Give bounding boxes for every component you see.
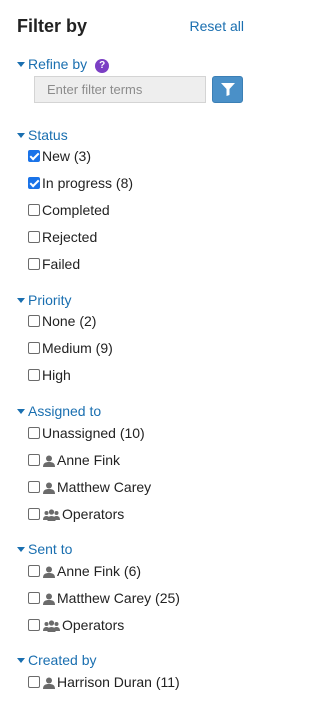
filter-option[interactable]: Rejected xyxy=(28,228,97,246)
funnel-icon xyxy=(221,83,235,96)
filter-option-label: None (2) xyxy=(42,313,97,329)
section-label: Refine by xyxy=(28,56,88,72)
caret-down-icon xyxy=(17,133,25,138)
checkbox[interactable] xyxy=(28,258,40,270)
group-icon xyxy=(43,618,60,636)
user-icon xyxy=(43,564,55,582)
filter-option-label: High xyxy=(42,367,71,383)
filter-option-label: Matthew Carey (25) xyxy=(57,590,180,606)
filter-option[interactable]: Completed xyxy=(28,201,110,219)
caret-down-icon xyxy=(17,298,25,303)
checkbox[interactable] xyxy=(28,508,40,520)
filter-option[interactable]: Failed xyxy=(28,255,80,273)
checkbox[interactable] xyxy=(28,454,40,466)
filter-header: Filter by Reset all xyxy=(17,16,244,42)
filter-option[interactable]: Medium (9) xyxy=(28,339,113,357)
caret-down-icon xyxy=(17,547,25,552)
section-label: Sent to xyxy=(28,541,73,557)
help-icon[interactable]: ? xyxy=(95,59,110,73)
filter-option[interactable]: Unassigned (10) xyxy=(28,424,145,442)
filter-option[interactable]: None (2) xyxy=(28,312,96,330)
filter-option-label: Completed xyxy=(42,202,110,218)
section-sent-to[interactable]: Sent to xyxy=(17,540,72,558)
section-label: Created by xyxy=(28,652,97,668)
caret-down-icon xyxy=(17,658,25,663)
filter-option[interactable]: Operators xyxy=(28,616,124,634)
section-assigned-to[interactable]: Assigned to xyxy=(17,402,101,420)
user-icon xyxy=(43,591,55,609)
filter-option-label: Rejected xyxy=(42,229,98,245)
checkbox[interactable] xyxy=(28,481,40,493)
checkbox[interactable] xyxy=(28,676,40,688)
filter-option-label: Operators xyxy=(62,506,125,522)
section-label: Assigned to xyxy=(28,403,102,419)
apply-filter-button[interactable] xyxy=(212,76,243,103)
checkbox[interactable] xyxy=(28,427,40,439)
section-label: Priority xyxy=(28,292,72,308)
filter-option-label: Anne Fink xyxy=(57,452,121,468)
filter-option[interactable]: Harrison Duran (11) xyxy=(28,673,180,691)
section-label: Status xyxy=(28,127,68,143)
filter-option[interactable]: Operators xyxy=(28,505,124,523)
filter-title: Filter by xyxy=(17,16,88,36)
section-refine-by[interactable]: Refine by? xyxy=(17,55,110,73)
filter-option-label: Failed xyxy=(42,256,81,272)
checkbox[interactable] xyxy=(28,231,40,243)
filter-option[interactable]: Matthew Carey xyxy=(28,478,151,496)
filter-option[interactable]: High xyxy=(28,366,71,384)
checkbox-checked[interactable] xyxy=(28,150,40,162)
user-icon xyxy=(43,453,55,471)
checkbox-checked[interactable] xyxy=(28,177,40,189)
checkbox[interactable] xyxy=(28,592,40,604)
caret-down-icon xyxy=(17,62,25,67)
filter-option-label: Unassigned (10) xyxy=(42,425,145,441)
filter-option[interactable]: Anne Fink xyxy=(28,451,120,469)
checkbox[interactable] xyxy=(28,204,40,216)
checkbox[interactable] xyxy=(28,565,40,577)
checkbox[interactable] xyxy=(28,315,40,327)
section-status[interactable]: Status xyxy=(17,126,68,144)
checkbox[interactable] xyxy=(28,369,40,381)
group-icon xyxy=(43,507,60,525)
reset-all-link[interactable]: Reset all xyxy=(190,18,244,34)
checkbox[interactable] xyxy=(28,619,40,631)
user-icon xyxy=(43,675,55,693)
filter-option[interactable]: New (3) xyxy=(28,147,91,165)
filter-option-label: Operators xyxy=(62,617,125,633)
filter-terms-input[interactable] xyxy=(34,76,206,103)
filter-option-label: Medium (9) xyxy=(42,340,113,356)
user-icon xyxy=(43,480,55,498)
filter-option-label: Anne Fink (6) xyxy=(57,563,142,579)
caret-down-icon xyxy=(17,409,25,414)
checkbox[interactable] xyxy=(28,342,40,354)
section-priority[interactable]: Priority xyxy=(17,291,72,309)
filter-option[interactable]: In progress (8) xyxy=(28,174,133,192)
filter-option[interactable]: Anne Fink (6) xyxy=(28,562,141,580)
filter-option-label: New (3) xyxy=(42,148,92,164)
filter-option-label: Matthew Carey xyxy=(57,479,152,495)
filter-option-label: In progress (8) xyxy=(42,175,134,191)
filter-option[interactable]: Matthew Carey (25) xyxy=(28,589,180,607)
filter-option-label: Harrison Duran (11) xyxy=(57,674,180,690)
section-created-by[interactable]: Created by xyxy=(17,651,96,669)
